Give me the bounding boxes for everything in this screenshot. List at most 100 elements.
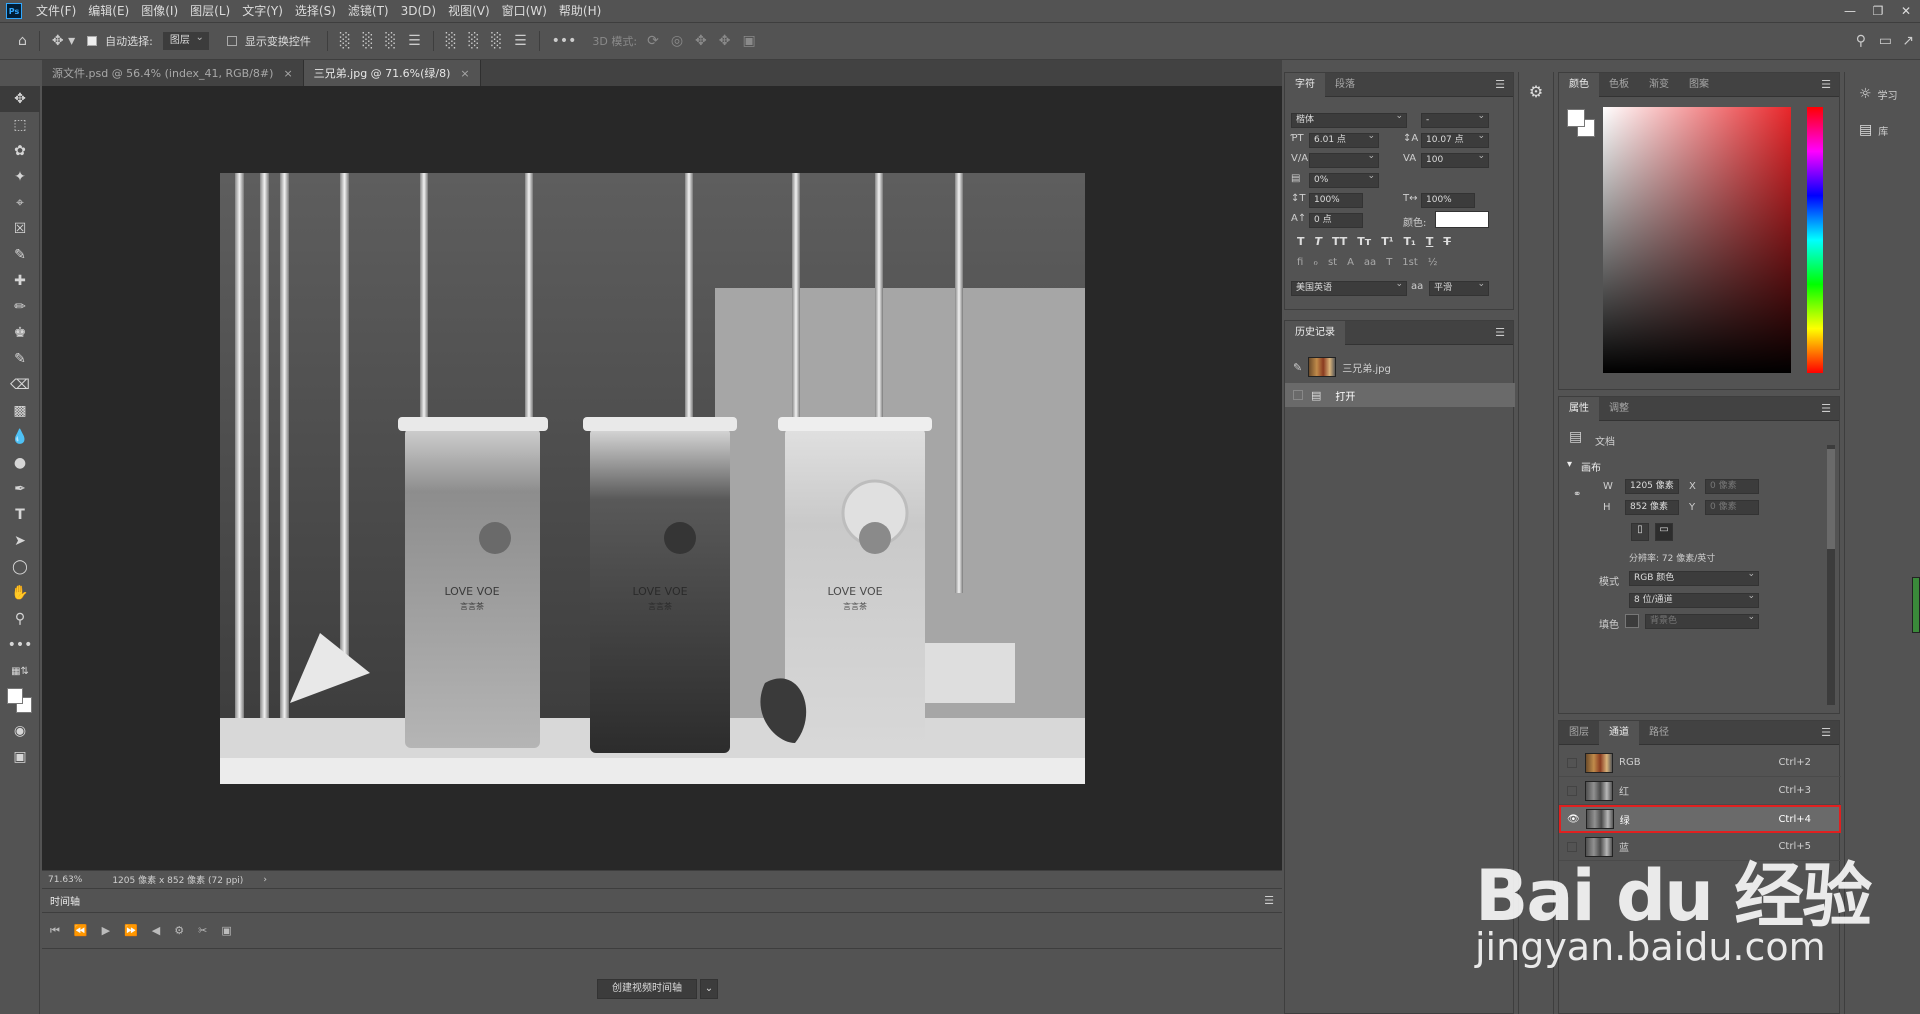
library-button[interactable]: ▤ 库 (1859, 122, 1888, 138)
distribute-vertical-icon[interactable]: ☰ (514, 33, 527, 49)
hand-tool-icon[interactable]: ✋ (0, 580, 40, 606)
brush-tool-icon[interactable]: ✏ (0, 294, 40, 320)
channel-row-green-selected[interactable]: 👁 绿 Ctrl+4 (1559, 805, 1841, 833)
width-input[interactable]: 1205 像素 (1625, 479, 1679, 494)
close-icon[interactable]: × (283, 67, 292, 80)
menu-3d[interactable]: 3D(D) (395, 0, 442, 22)
menu-window[interactable]: 窗口(W) (496, 0, 553, 22)
panel-menu-icon[interactable]: ☰ (1821, 78, 1831, 91)
baseline-shift-input[interactable]: 0 点 (1309, 213, 1363, 228)
close-icon[interactable]: × (460, 67, 469, 80)
marquee-tool-icon[interactable]: ⬚ (0, 112, 40, 138)
previous-frame-icon[interactable]: ⏪ (74, 924, 88, 937)
crop-tool-icon[interactable]: ⌖ (0, 190, 40, 216)
align-right-icon[interactable]: ░ (385, 33, 396, 49)
move-tool-preset-icon[interactable]: ✥ ▾ (52, 33, 75, 49)
tab-layers[interactable]: 图层 (1559, 721, 1599, 745)
history-brush-tool-icon[interactable]: ✎ (0, 346, 40, 372)
eyedropper-tool-icon[interactable]: ✎ (0, 242, 40, 268)
timeline-tab[interactable]: 时间轴 (50, 893, 80, 908)
tsume-input[interactable]: 0% (1309, 170, 1379, 188)
swash-icon[interactable]: A (1347, 257, 1354, 268)
blur-tool-icon[interactable]: 💧 (0, 424, 40, 450)
panel-menu-icon[interactable]: ☰ (1821, 726, 1831, 739)
auto-select-checkbox[interactable]: 自动选择: (87, 33, 157, 49)
chevron-right-icon[interactable]: › (263, 875, 267, 885)
bit-depth-select[interactable]: 8 位/通道 (1629, 590, 1759, 608)
create-video-timeline-button[interactable]: 创建视频时间轴 (597, 979, 697, 999)
transition-icon[interactable]: ▣ (221, 924, 231, 937)
foreground-background-swatch[interactable] (0, 684, 40, 718)
menu-layer[interactable]: 图层(L) (184, 0, 236, 22)
old-style-icon[interactable]: ℴ (1313, 257, 1318, 268)
restore-icon[interactable]: ❐ (1864, 0, 1892, 22)
color-field[interactable] (1603, 107, 1791, 373)
clone-stamp-tool-icon[interactable]: ♚ (0, 320, 40, 346)
dodge-tool-icon[interactable]: ● (0, 450, 40, 476)
align-center-icon[interactable]: ░ (363, 33, 374, 49)
tab-channels[interactable]: 通道 (1599, 720, 1639, 745)
tab-adjustments[interactable]: 调整 (1599, 397, 1639, 421)
tracking-input[interactable]: 100 (1421, 150, 1489, 168)
align-bottom-icon[interactable]: ░ (491, 33, 502, 49)
settings-icon[interactable]: ⚙ (174, 924, 184, 937)
tab-color[interactable]: 颜色 (1559, 72, 1599, 97)
font-family-select[interactable]: 楷体 (1291, 110, 1407, 128)
tab-gradients[interactable]: 渐变 (1639, 73, 1679, 97)
play-icon[interactable]: ▶ (102, 924, 110, 937)
path-selection-tool-icon[interactable]: ➤ (0, 528, 40, 554)
landscape-orientation-icon[interactable]: ▭ (1655, 523, 1673, 541)
next-frame-icon[interactable]: ⏩ (124, 924, 138, 937)
align-left-icon[interactable]: ░ (340, 33, 351, 49)
panel-menu-icon[interactable]: ☰ (1264, 894, 1274, 907)
first-frame-icon[interactable]: ⏮ (50, 924, 60, 938)
menu-help[interactable]: 帮助(H) (553, 0, 607, 22)
frame-tool-icon[interactable]: ☒ (0, 216, 40, 242)
font-size-input[interactable]: 6.01 点 (1309, 130, 1379, 148)
tab-character[interactable]: 字符 (1285, 72, 1325, 97)
panel-menu-icon[interactable]: ☰ (1821, 402, 1831, 415)
move-tool-icon[interactable]: ✥ (0, 86, 40, 112)
language-select[interactable]: 美国英语 (1291, 278, 1407, 296)
channel-row-rgb[interactable]: RGB Ctrl+2 (1559, 749, 1841, 777)
more-tools-icon[interactable]: ••• (0, 632, 40, 658)
doc-tab-active[interactable]: 三兄弟.jpg @ 71.6%(绿/8) × (303, 60, 481, 86)
ordinals-icon[interactable]: 1st (1402, 257, 1418, 268)
faux-italic-icon[interactable]: T (1315, 235, 1323, 248)
text-color-swatch[interactable] (1435, 211, 1489, 228)
panel-menu-icon[interactable]: ☰ (1495, 326, 1505, 339)
3d-pan-icon[interactable]: ✥ (695, 33, 707, 49)
align-top-icon[interactable]: ░ (446, 33, 457, 49)
canvas-section-toggle[interactable]: ▾ (1567, 459, 1572, 470)
antialias-select[interactable]: 平滑 (1429, 278, 1489, 296)
share-icon[interactable]: ↗ (1902, 33, 1914, 49)
search-icon[interactable]: ⚲ (1856, 33, 1866, 49)
menu-select[interactable]: 选择(S) (289, 0, 342, 22)
stylistic-alternates-icon[interactable]: aa (1364, 257, 1376, 268)
auto-select-target-select[interactable]: 图层 (162, 30, 209, 50)
quick-mask-icon[interactable]: ◉ (0, 718, 40, 744)
pen-tool-icon[interactable]: ✒ (0, 476, 40, 502)
history-brush-source-icon[interactable]: ✎ (1293, 361, 1302, 374)
hue-slider[interactable] (1807, 107, 1823, 373)
align-middle-icon[interactable]: ░ (469, 33, 480, 49)
discretionary-ligatures-icon[interactable]: st (1328, 257, 1337, 268)
close-icon[interactable]: ✕ (1892, 0, 1920, 22)
tab-paragraph[interactable]: 段落 (1325, 73, 1365, 97)
leading-input[interactable]: 10.07 点 (1421, 130, 1489, 148)
mode-select[interactable]: RGB 颜色 (1629, 568, 1759, 586)
doc-tab-source[interactable]: 源文件.psd @ 56.4% (index_41, RGB/8#) × (42, 60, 304, 86)
menu-type[interactable]: 文字(Y) (236, 0, 289, 22)
ligatures-icon[interactable]: fi (1297, 257, 1303, 268)
menu-view[interactable]: 视图(V) (442, 0, 496, 22)
zoom-tool-icon[interactable]: ⚲ (0, 606, 40, 632)
distribute-icon[interactable]: ☰ (408, 33, 421, 49)
small-caps-icon[interactable]: Tт (1357, 235, 1371, 248)
menu-file[interactable]: 文件(F) (30, 0, 82, 22)
all-caps-icon[interactable]: TT (1332, 235, 1347, 248)
learn-button[interactable]: ☼ 学习 (1859, 86, 1898, 102)
channel-row-red[interactable]: 红 Ctrl+3 (1559, 777, 1841, 805)
ellipse-tool-icon[interactable]: ◯ (0, 554, 40, 580)
visibility-toggle[interactable] (1567, 785, 1577, 796)
subscript-icon[interactable]: T₁ (1404, 235, 1416, 248)
